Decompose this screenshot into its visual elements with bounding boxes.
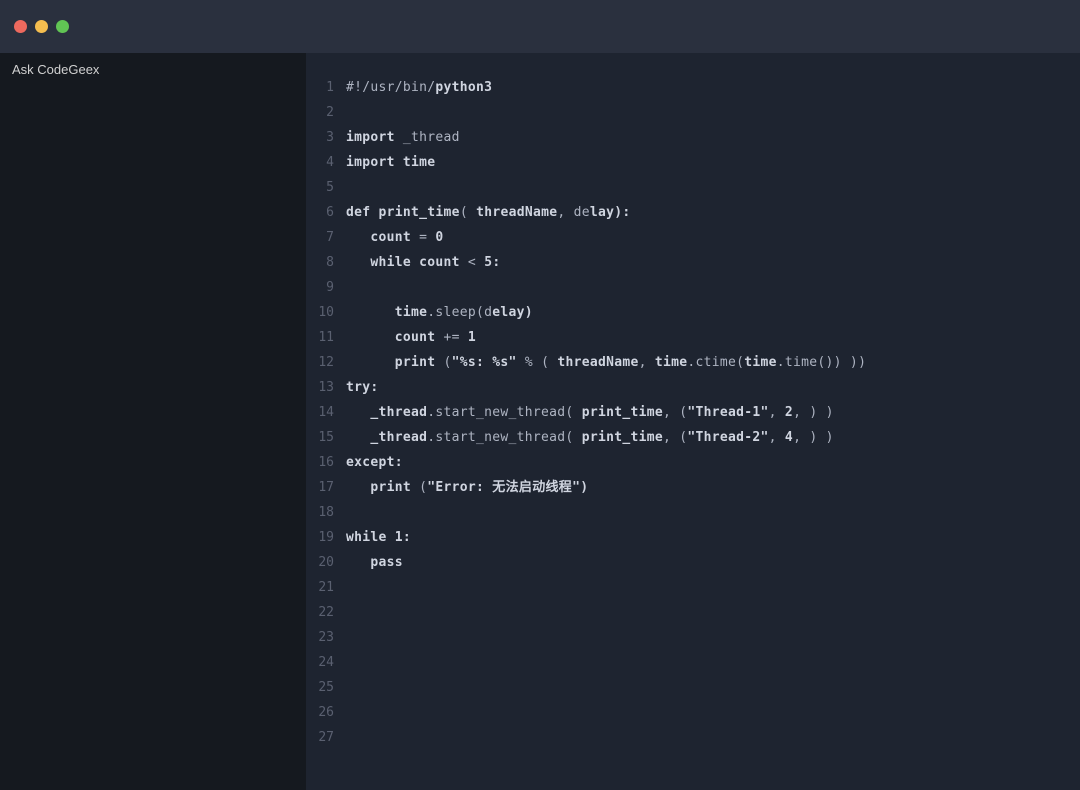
line-number: 25 [306, 675, 344, 700]
main-container: Ask CodeGeex 123456789101112131415161718… [0, 53, 1080, 790]
line-number: 15 [306, 425, 344, 450]
line-number: 16 [306, 450, 344, 475]
code-line[interactable] [346, 175, 1080, 200]
line-number: 24 [306, 650, 344, 675]
code-line[interactable]: _thread.start_new_thread( print_time, ("… [346, 400, 1080, 425]
sidebar: Ask CodeGeex [0, 53, 306, 790]
line-number: 11 [306, 325, 344, 350]
line-number-gutter: 1234567891011121314151617181920212223242… [306, 53, 344, 790]
line-number: 6 [306, 200, 344, 225]
code-line[interactable]: try: [346, 375, 1080, 400]
code-line[interactable] [346, 600, 1080, 625]
titlebar [0, 0, 1080, 53]
code-line[interactable]: except: [346, 450, 1080, 475]
code-line[interactable]: import time [346, 150, 1080, 175]
code-line[interactable]: _thread.start_new_thread( print_time, ("… [346, 425, 1080, 450]
code-line[interactable] [346, 725, 1080, 750]
editor-area[interactable]: 1234567891011121314151617181920212223242… [306, 53, 1080, 790]
code-line[interactable] [346, 100, 1080, 125]
line-number: 14 [306, 400, 344, 425]
code-line[interactable] [346, 500, 1080, 525]
code-line[interactable]: import _thread [346, 125, 1080, 150]
line-number: 26 [306, 700, 344, 725]
line-number: 12 [306, 350, 344, 375]
code-line[interactable]: #!/usr/bin/python3 [346, 75, 1080, 100]
line-number: 2 [306, 100, 344, 125]
code-line[interactable] [346, 675, 1080, 700]
line-number: 23 [306, 625, 344, 650]
line-number: 8 [306, 250, 344, 275]
code-content[interactable]: #!/usr/bin/python3 import _threadimport t… [344, 53, 1080, 790]
code-line[interactable]: while count < 5: [346, 250, 1080, 275]
line-number: 22 [306, 600, 344, 625]
minimize-icon[interactable] [35, 20, 48, 33]
line-number: 5 [306, 175, 344, 200]
line-number: 27 [306, 725, 344, 750]
code-line[interactable]: time.sleep(delay) [346, 300, 1080, 325]
code-line[interactable] [346, 700, 1080, 725]
line-number: 3 [306, 125, 344, 150]
line-number: 9 [306, 275, 344, 300]
code-line[interactable] [346, 625, 1080, 650]
line-number: 20 [306, 550, 344, 575]
code-line[interactable] [346, 275, 1080, 300]
line-number: 17 [306, 475, 344, 500]
line-number: 10 [306, 300, 344, 325]
sidebar-tab-ask-codegeex[interactable]: Ask CodeGeex [0, 53, 306, 86]
line-number: 1 [306, 75, 344, 100]
line-number: 4 [306, 150, 344, 175]
code-line[interactable]: print ("%s: %s" % ( threadName, time.cti… [346, 350, 1080, 375]
line-number: 21 [306, 575, 344, 600]
line-number: 19 [306, 525, 344, 550]
traffic-lights [14, 20, 69, 33]
line-number: 7 [306, 225, 344, 250]
line-number: 13 [306, 375, 344, 400]
line-number: 18 [306, 500, 344, 525]
code-line[interactable]: def print_time( threadName, delay): [346, 200, 1080, 225]
code-line[interactable]: print ("Error: 无法启动线程") [346, 475, 1080, 500]
code-line[interactable]: count = 0 [346, 225, 1080, 250]
code-line[interactable]: pass [346, 550, 1080, 575]
code-line[interactable] [346, 575, 1080, 600]
code-line[interactable] [346, 650, 1080, 675]
maximize-icon[interactable] [56, 20, 69, 33]
code-line[interactable]: count += 1 [346, 325, 1080, 350]
close-icon[interactable] [14, 20, 27, 33]
code-line[interactable]: while 1: [346, 525, 1080, 550]
